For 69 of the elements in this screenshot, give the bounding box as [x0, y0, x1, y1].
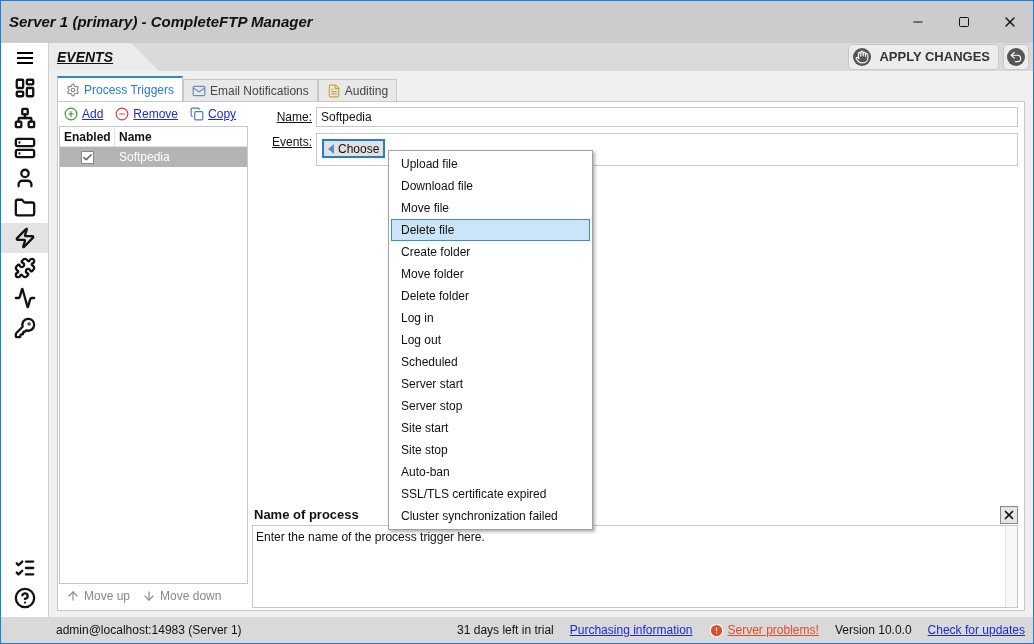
close-icon — [1002, 508, 1016, 522]
menu-item[interactable]: Create folder — [391, 241, 590, 263]
copy-icon — [190, 107, 205, 121]
column-header: Name — [118, 129, 152, 146]
pulse-icon — [13, 287, 36, 309]
menu-item[interactable]: Server start — [391, 373, 590, 395]
tab[interactable]: Auditing — [317, 79, 398, 101]
toolbar-link[interactable]: Add — [64, 105, 104, 123]
toolbar-link[interactable]: Remove — [115, 105, 179, 123]
field-label: Events: — [270, 134, 313, 151]
menu-item[interactable]: Move file — [391, 197, 590, 219]
arrow-up-icon — [66, 589, 80, 603]
add-icon — [64, 107, 78, 121]
menu-item[interactable]: Log out — [391, 329, 590, 351]
menu-item[interactable]: Scheduled — [391, 351, 590, 373]
tab[interactable]: Email Notifications — [183, 79, 318, 101]
folder-icon — [13, 197, 36, 219]
key-icon — [13, 317, 36, 339]
envelope-icon — [192, 83, 207, 98]
window-title: Server 1 (primary) - CompleteFTP Manager — [9, 11, 315, 32]
field-label: Name: — [275, 109, 313, 126]
menu-icon — [16, 52, 33, 64]
updates-link[interactable]: Check for updates — [927, 621, 1025, 639]
undo-button[interactable] — [1003, 44, 1029, 70]
server-icon — [13, 137, 36, 159]
menu-item[interactable]: Auto-ban — [391, 461, 590, 483]
network-icon — [13, 107, 36, 129]
menu-item[interactable]: Delete folder — [391, 285, 590, 307]
document-icon — [326, 83, 341, 98]
menu-item[interactable]: SSL/TLS certificate expired — [391, 483, 590, 505]
page-title: EVENTS — [57, 47, 113, 67]
remove-icon — [115, 107, 130, 121]
purchasing-link[interactable]: Purchasing information — [569, 621, 693, 639]
help-text: Enter the name of the process trigger here. — [255, 529, 486, 546]
tab[interactable]: Process Triggers — [57, 76, 184, 101]
menu-item[interactable]: Move folder — [391, 263, 590, 285]
menu-item[interactable]: Site stop — [391, 439, 590, 461]
menu-item[interactable]: Log in — [391, 307, 590, 329]
trial-status: 31 days left in trial — [457, 622, 554, 639]
scrollbar[interactable] — [1005, 526, 1017, 607]
toolbar-link[interactable]: Copy — [190, 105, 237, 123]
trigger-name: Softpedia — [118, 149, 170, 166]
lightning-icon — [13, 227, 36, 249]
menu-item[interactable]: Delete file — [391, 219, 590, 241]
gear-icon — [66, 82, 80, 97]
dashboard-icon — [13, 77, 36, 99]
menu-item[interactable]: Site start — [391, 417, 590, 439]
hand-icon — [853, 48, 872, 66]
apply-changes-button[interactable]: APPLY CHANGES — [848, 44, 999, 70]
triangle-left-icon — [328, 143, 334, 154]
checkbox[interactable] — [81, 150, 94, 164]
puzzle-icon — [13, 257, 36, 279]
undo-icon — [1007, 48, 1025, 66]
warning-icon — [708, 622, 724, 638]
list-icon — [13, 557, 36, 579]
column-header: Enabled — [60, 127, 115, 146]
sidebar-item[interactable] — [1, 223, 48, 253]
close-button[interactable] — [1000, 506, 1018, 524]
menu-item[interactable]: Server stop — [391, 395, 590, 417]
connection-status: admin@localhost:14983 (Server 1) — [56, 622, 243, 639]
help-title: Name of process — [253, 506, 359, 525]
choose-button[interactable]: Choose — [322, 139, 386, 158]
menu-item[interactable]: Cluster synchronization failed — [391, 505, 590, 527]
menu-item[interactable]: Upload file — [391, 153, 590, 175]
name-field[interactable]: Softpedia — [316, 107, 1018, 127]
menu-item[interactable]: Download file — [391, 175, 590, 197]
help-icon — [13, 587, 36, 609]
version-text: Version 10.0.0 — [834, 622, 912, 639]
maximize-icon — [958, 16, 970, 28]
